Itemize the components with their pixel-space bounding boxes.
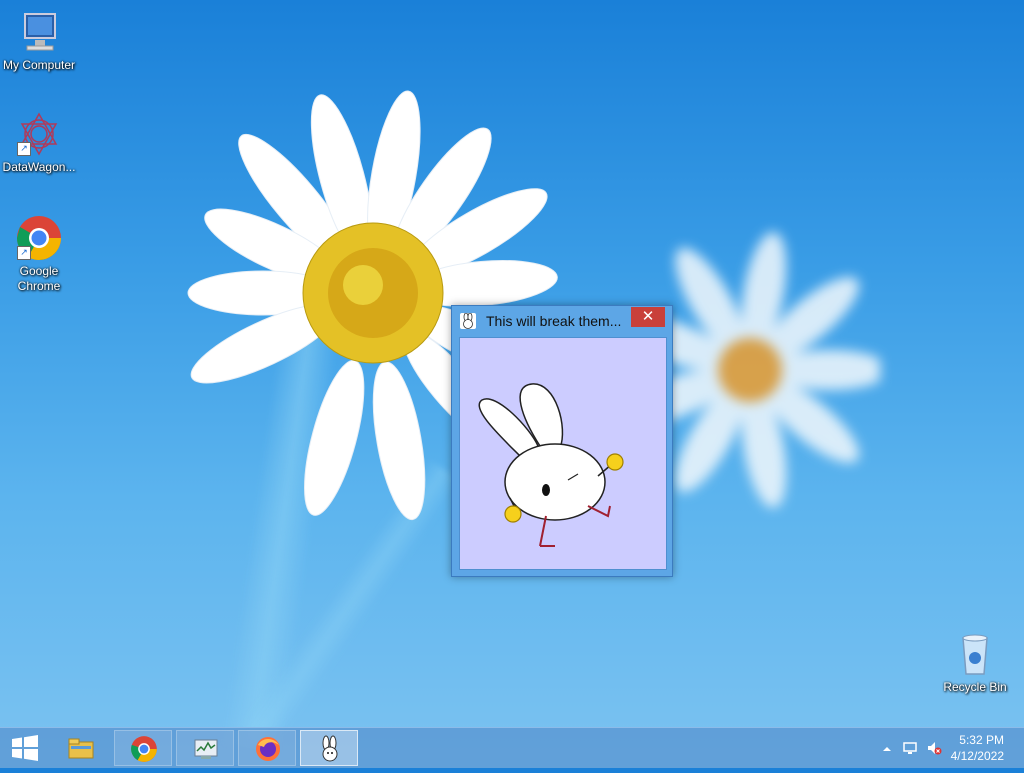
desktop-icon-label: Google bbox=[19, 264, 59, 278]
shortcut-arrow-icon: ↗ bbox=[17, 142, 31, 156]
clock-date: 4/12/2022 bbox=[950, 749, 1004, 763]
firefox-icon bbox=[256, 737, 280, 761]
show-hidden-icons-icon[interactable] bbox=[882, 744, 892, 754]
windows-logo-icon bbox=[12, 735, 38, 761]
taskbar-chrome[interactable] bbox=[114, 730, 172, 766]
volume-muted-icon[interactable] bbox=[926, 740, 942, 756]
desktop-icon-my-computer[interactable]: My Computer bbox=[1, 8, 77, 73]
close-button[interactable]: ✕ bbox=[631, 307, 665, 327]
computer-icon bbox=[15, 8, 63, 56]
network-icon[interactable] bbox=[902, 740, 918, 756]
window-titlebar[interactable]: This will break them... ✕ bbox=[452, 306, 672, 335]
desktop-icon-recycle-bin[interactable]: Recycle Bin bbox=[937, 630, 1013, 695]
desktop-icon-label: Chrome bbox=[17, 279, 61, 293]
file-explorer-icon bbox=[68, 738, 94, 759]
shortcut-arrow-icon: ↗ bbox=[17, 246, 31, 260]
taskbar-task-manager[interactable] bbox=[176, 730, 234, 766]
start-button[interactable] bbox=[0, 728, 50, 768]
window-content bbox=[459, 337, 667, 570]
clock-time: 5:32 PM bbox=[959, 733, 1004, 747]
window-title: This will break them... bbox=[486, 313, 622, 329]
taskbar-bunny-app[interactable] bbox=[300, 730, 358, 766]
chrome-icon: ↗ bbox=[15, 214, 63, 262]
desktop-icon-label: DataWagon... bbox=[2, 160, 76, 174]
desktop-icon-label: My Computer bbox=[2, 58, 76, 72]
datawagon-icon: ↗ bbox=[15, 110, 63, 158]
desktop-icon-google-chrome[interactable]: ↗ Google Chrome bbox=[1, 214, 77, 294]
system-tray: 5:32 PM 4/12/2022 bbox=[864, 728, 1024, 768]
taskbar-file-explorer[interactable] bbox=[52, 730, 110, 766]
chrome-icon bbox=[131, 736, 157, 762]
recycle-bin-icon bbox=[951, 630, 999, 678]
task-manager-icon bbox=[194, 739, 218, 759]
taskbar-firefox[interactable] bbox=[238, 730, 296, 766]
app-window[interactable]: This will break them... ✕ bbox=[451, 305, 673, 577]
desktop-icon-label: Recycle Bin bbox=[943, 680, 1007, 694]
bunny-app-icon bbox=[322, 735, 338, 762]
bunny-app-icon bbox=[460, 312, 476, 329]
dancing-bunny-image bbox=[478, 383, 624, 547]
taskbar: 5:32 PM 4/12/2022 bbox=[0, 727, 1024, 768]
desktop-icon-datawagon[interactable]: ↗ DataWagon... bbox=[1, 110, 77, 175]
clock[interactable]: 5:32 PM 4/12/2022 bbox=[951, 732, 1004, 764]
